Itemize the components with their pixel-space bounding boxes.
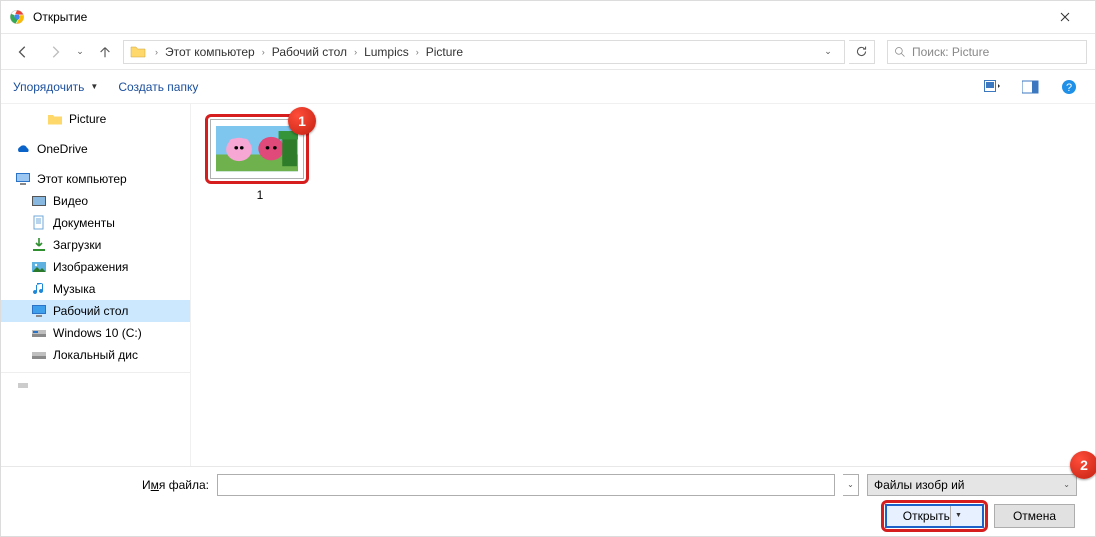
tree-label: Изображения — [53, 260, 128, 274]
folder-icon — [130, 44, 146, 60]
forward-button[interactable] — [41, 38, 69, 66]
computer-icon — [15, 171, 31, 187]
filename-label: Имя файла: — [19, 478, 209, 492]
history-dropdown[interactable]: ⌄ — [73, 46, 87, 57]
annotation-badge-1: 1 — [288, 107, 316, 135]
address-bar[interactable]: › Этот компьютер › Рабочий стол › Lumpic… — [123, 40, 845, 64]
tree-label: Музыка — [53, 282, 95, 296]
tree-item-picture[interactable]: Picture — [1, 108, 190, 130]
desktop-icon — [31, 303, 47, 319]
tree-item-cdrive[interactable]: Windows 10 (C:) — [1, 322, 190, 344]
view-mode-button[interactable] — [979, 75, 1007, 99]
onedrive-icon — [15, 141, 31, 157]
refresh-button[interactable] — [849, 40, 875, 64]
tree-item-onedrive[interactable]: OneDrive — [1, 138, 190, 160]
breadcrumb-item[interactable]: Lumpics — [360, 45, 413, 59]
tree-item-music[interactable]: Музыка — [1, 278, 190, 300]
sidebar-tree: Picture OneDrive Этот компьютер Видео До… — [1, 104, 191, 466]
dialog-body: Picture OneDrive Этот компьютер Видео До… — [1, 104, 1095, 466]
tree-label: Windows 10 (C:) — [53, 326, 142, 340]
folder-icon — [47, 111, 63, 127]
search-icon — [894, 46, 906, 58]
chevron-right-icon: › — [351, 47, 360, 57]
file-open-dialog: Открытие ⌄ › Этот компьютер › Рабочий ст… — [0, 0, 1096, 537]
back-button[interactable] — [9, 38, 37, 66]
downloads-icon — [31, 237, 47, 253]
annotation-badge-2: 2 — [1070, 451, 1096, 479]
chevron-down-icon: ▼ — [90, 82, 98, 91]
close-button[interactable] — [1042, 1, 1087, 33]
breadcrumb-item[interactable]: Этот компьютер — [161, 45, 259, 59]
open-button[interactable]: Открыть ▼ — [885, 504, 984, 528]
open-button-wrap: Открыть ▼ — [885, 504, 984, 528]
tree-item-video[interactable]: Видео — [1, 190, 190, 212]
tree-item-localdisk[interactable]: Локальный дис — [1, 344, 190, 366]
file-list[interactable]: 1 1 — [191, 104, 1095, 466]
navbar: ⌄ › Этот компьютер › Рабочий стол › Lump… — [1, 34, 1095, 70]
tree-item-desktop[interactable]: Рабочий стол — [1, 300, 190, 322]
file-name: 1 — [205, 188, 315, 202]
documents-icon — [31, 215, 47, 231]
titlebar: Открытие — [1, 1, 1095, 34]
address-dropdown[interactable]: ⌄ — [818, 46, 838, 57]
disk-icon — [31, 347, 47, 363]
music-icon — [31, 281, 47, 297]
breadcrumb-item[interactable]: Picture — [422, 45, 467, 59]
svg-text:?: ? — [1066, 82, 1072, 94]
chevron-right-icon: › — [152, 47, 161, 57]
search-input[interactable]: Поиск: Picture — [887, 40, 1087, 64]
footer: Имя файла: ⌄ Файлы изобр ий ⌄ 2 Открыть … — [1, 466, 1095, 536]
chrome-icon — [9, 9, 25, 25]
video-icon — [31, 193, 47, 209]
cancel-button[interactable]: Отмена — [994, 504, 1075, 528]
help-button[interactable]: ? — [1055, 75, 1083, 99]
search-placeholder: Поиск: Picture — [912, 45, 989, 59]
network-icon — [15, 377, 31, 393]
organize-menu[interactable]: Упорядочить ▼ — [13, 80, 98, 94]
chevron-down-icon: ⌄ — [1063, 480, 1070, 489]
tree-label: Локальный дис — [53, 348, 138, 362]
filename-input[interactable] — [217, 474, 835, 496]
disk-icon — [31, 325, 47, 341]
window-title: Открытие — [33, 10, 1042, 24]
cancel-label: Отмена — [1013, 509, 1056, 523]
open-split-dropdown[interactable]: ▼ — [950, 506, 966, 526]
toolbar: Упорядочить ▼ Создать папку ? — [1, 70, 1095, 104]
tree-label: Picture — [69, 112, 106, 126]
tree-item-images[interactable]: Изображения — [1, 256, 190, 278]
new-folder-button[interactable]: Создать папку — [118, 80, 198, 94]
tree-label: Рабочий стол — [53, 304, 128, 318]
tree-item-documents[interactable]: Документы — [1, 212, 190, 234]
up-button[interactable] — [91, 38, 119, 66]
file-type-label: Файлы изобр ий — [874, 478, 965, 492]
tree-label: Видео — [53, 194, 88, 208]
preview-pane-button[interactable] — [1017, 75, 1045, 99]
tree-item-this-pc[interactable]: Этот компьютер — [1, 168, 190, 190]
file-type-select[interactable]: Файлы изобр ий ⌄ 2 — [867, 474, 1077, 496]
new-folder-label: Создать папку — [118, 80, 198, 94]
chevron-right-icon: › — [259, 47, 268, 57]
tree-label: OneDrive — [37, 142, 88, 156]
tree-item-truncated: x — [1, 372, 190, 394]
file-item[interactable]: 1 1 — [205, 114, 315, 202]
breadcrumb-item[interactable]: Рабочий стол — [268, 45, 351, 59]
filename-dropdown[interactable]: ⌄ — [843, 474, 859, 496]
file-selection-highlight: 1 — [205, 114, 309, 184]
organize-label: Упорядочить — [13, 80, 84, 94]
tree-label: Этот компьютер — [37, 172, 127, 186]
tree-label: Загрузки — [53, 238, 101, 252]
open-label: Открыть — [903, 509, 950, 523]
tree-item-downloads[interactable]: Загрузки — [1, 234, 190, 256]
chevron-right-icon: › — [413, 47, 422, 57]
tree-label: Документы — [53, 216, 115, 230]
images-icon — [31, 259, 47, 275]
